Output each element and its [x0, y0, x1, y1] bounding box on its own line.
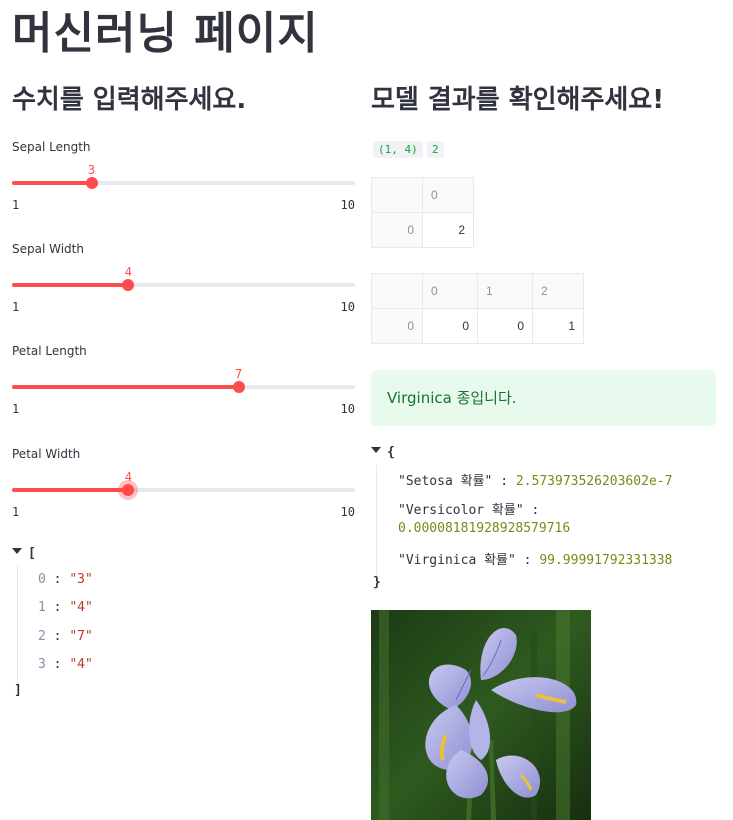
result-json-viewer: { "Setosa 확률" : 2.573973526203602e-7 "Ve… [371, 445, 716, 595]
json-open-brace: { [387, 445, 395, 460]
page-title: 머신러닝 페이지 [12, 8, 319, 59]
slider-label: Sepal Length [12, 140, 91, 154]
petal-width-slider[interactable]: Petal Width 4 1 10 [12, 447, 355, 529]
sepal-width-slider[interactable]: Sepal Width 4 1 10 [12, 242, 355, 324]
slider-min-label: 1 [12, 402, 20, 416]
json-key: "Setosa 확률" [398, 474, 493, 489]
table-header-cell: 0 [422, 177, 474, 213]
slider-min-label: 1 [12, 505, 20, 519]
slider-thumb[interactable] [232, 381, 245, 393]
sepal-length-slider[interactable]: Sepal Length 3 1 10 [12, 140, 355, 222]
input-subheader: 수치를 입력해주세요. [12, 85, 247, 115]
input-json-viewer: [ 0 : "3" 1 : "4" 2 : "7" 3 : "4" ] [12, 546, 212, 706]
slider-max-label: 10 [340, 300, 355, 314]
table-header-cell: 1 [477, 273, 533, 309]
table-header-row: 0 [371, 177, 474, 213]
json-entry: "Virginica 확률" : 99.99991792331338 [398, 553, 673, 568]
json-close-brace: } [373, 575, 381, 590]
table-row-index: 0 [371, 308, 423, 344]
table-header-cell [371, 177, 423, 213]
result-subheader: 모델 결과를 확인해주세요! [371, 85, 665, 115]
json-value: "3" [69, 572, 93, 587]
table-header-cell: 0 [422, 273, 478, 309]
slider-min-label: 1 [12, 300, 20, 314]
one-hot-table[interactable]: 0 1 2 0 0 0 1 [371, 273, 584, 344]
success-alert: Virginica 종입니다. [371, 370, 716, 426]
slider-track[interactable] [12, 279, 355, 291]
shape-code-chip: (1, 4) [373, 141, 423, 158]
json-index: 2 [38, 629, 46, 644]
json-number: 0.00008181928928579716 [398, 521, 571, 536]
json-value: "4" [69, 600, 93, 615]
slider-min-label: 1 [12, 198, 20, 212]
slider-value: 3 [87, 163, 96, 177]
slider-track[interactable] [12, 177, 355, 189]
slider-max-label: 10 [340, 505, 355, 519]
table-header-cell [371, 273, 423, 309]
slider-value: 4 [124, 470, 132, 484]
ndim-code-chip: 2 [427, 141, 444, 158]
table-cell: 0 [422, 308, 478, 344]
table-row: 0 2 [371, 212, 474, 248]
json-open-bracket: [ [28, 546, 36, 561]
json-entry-value: 0.00008181928928579716 [398, 521, 570, 536]
iris-flower-icon [371, 610, 591, 820]
json-index: 1 [38, 600, 46, 615]
json-indent-guide [376, 465, 377, 577]
json-number: 99.99991792331338 [539, 553, 673, 568]
collapse-caret-icon[interactable] [12, 548, 22, 554]
json-entry: "Versicolor 확률" : [398, 503, 540, 518]
json-number: 2.573973526203602e-7 [515, 474, 673, 489]
slider-fill [12, 385, 239, 389]
table-cell: 1 [532, 308, 584, 344]
json-list-item: 1 : "4" [38, 600, 93, 615]
json-key: "Versicolor 확률" [398, 503, 524, 518]
prediction-table[interactable]: 0 0 2 [371, 177, 474, 248]
collapse-caret-icon[interactable] [371, 447, 381, 453]
json-indent-guide [17, 566, 18, 686]
json-close-bracket: ] [14, 683, 22, 698]
table-cell: 0 [477, 308, 533, 344]
json-index: 0 [38, 572, 46, 587]
petal-length-slider[interactable]: Petal Length 7 1 10 [12, 344, 355, 426]
slider-fill [12, 283, 129, 287]
json-list-item: 3 : "4" [38, 657, 93, 672]
json-list-item: 0 : "3" [38, 572, 93, 587]
slider-thumb[interactable] [85, 177, 98, 189]
table-row: 0 0 0 1 [371, 308, 584, 344]
json-list-item: 2 : "7" [38, 629, 93, 644]
slider-fill [12, 488, 129, 492]
json-value: "7" [69, 629, 93, 644]
slider-value: 7 [235, 367, 243, 381]
slider-label: Petal Width [12, 447, 81, 461]
slider-label: Sepal Width [12, 242, 84, 256]
table-header-cell: 2 [532, 273, 584, 309]
slider-label: Petal Length [12, 344, 87, 358]
iris-flower-image [371, 610, 591, 820]
slider-fill [12, 181, 92, 185]
table-row-index: 0 [371, 212, 423, 248]
table-cell: 2 [422, 212, 474, 248]
slider-thumb[interactable] [122, 484, 135, 496]
slider-track[interactable] [12, 381, 355, 393]
slider-max-label: 10 [340, 198, 355, 212]
slider-thumb[interactable] [122, 279, 135, 291]
slider-value: 4 [124, 265, 132, 279]
slider-max-label: 10 [340, 402, 355, 416]
json-key: "Virginica 확률" [398, 553, 516, 568]
json-entry: "Setosa 확률" : 2.573973526203602e-7 [398, 474, 673, 489]
json-index: 3 [38, 657, 46, 672]
json-value: "4" [69, 657, 93, 672]
table-header-row: 0 1 2 [371, 273, 584, 309]
slider-track[interactable] [12, 484, 355, 496]
